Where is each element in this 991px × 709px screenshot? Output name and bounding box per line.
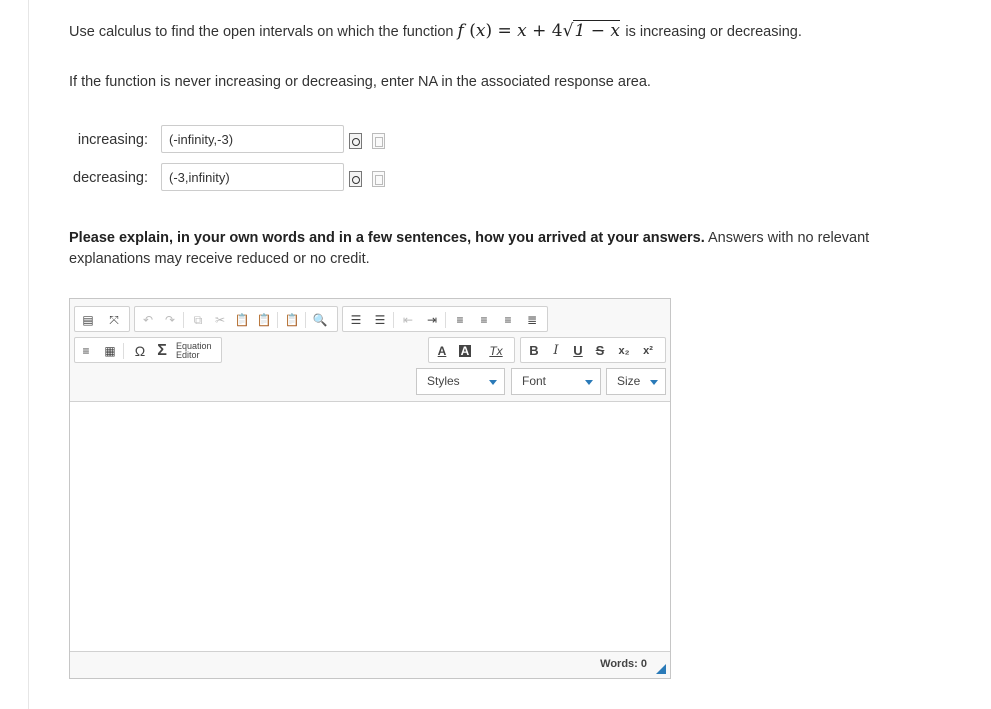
word-count: Words: 0 xyxy=(600,658,647,670)
font-dropdown[interactable]: Font xyxy=(511,368,601,395)
copy-icon[interactable]: ⧉ xyxy=(189,311,207,329)
left-border-line xyxy=(28,0,29,709)
cut-icon[interactable]: ✂ xyxy=(211,311,229,329)
remove-format-icon[interactable]: Tx xyxy=(487,342,505,360)
toolbar-group-view: ▤ ⤧ xyxy=(74,306,130,332)
explain-bold-text: Please explain, in your own words and in… xyxy=(69,230,705,246)
question-prefix: Use calculus to find the open intervals … xyxy=(69,24,454,40)
horizontal-rule-icon[interactable]: ≡ xyxy=(77,342,95,360)
increasing-label: increasing: xyxy=(77,132,148,148)
help-icon[interactable] xyxy=(372,133,385,149)
toolbar-group-clipboard: ↶ ↷ ⧉ ✂ 📋 📋 📋 🔍 xyxy=(134,306,338,332)
editor-footer: Words: 0 xyxy=(70,651,670,678)
question-suffix: is increasing or decreasing. xyxy=(625,24,802,40)
equation-editor-icon[interactable]: Σ xyxy=(153,342,171,360)
special-char-icon[interactable]: Ω xyxy=(131,342,149,360)
editor-content-area[interactable] xyxy=(70,402,670,652)
indent-icon[interactable]: ⇥ xyxy=(423,311,441,329)
question-text: Use calculus to find the open intervals … xyxy=(69,20,802,42)
toolbar-group-insert: ≡ ▦ Ω Σ Equation Editor xyxy=(74,337,222,363)
chevron-down-icon xyxy=(489,380,497,385)
decreasing-input[interactable] xyxy=(161,163,344,191)
chevron-down-icon xyxy=(650,380,658,385)
align-left-icon[interactable]: ≡ xyxy=(451,311,469,329)
align-center-icon[interactable]: ≡ xyxy=(475,311,493,329)
background-color-icon[interactable]: A xyxy=(459,345,471,357)
subscript-button[interactable]: x₂ xyxy=(615,342,633,360)
bulleted-list-icon[interactable]: ☰ xyxy=(371,311,389,329)
styles-dropdown[interactable]: Styles xyxy=(416,368,505,395)
source-icon[interactable]: ▤ xyxy=(79,311,97,329)
paste-text-icon[interactable]: 📋 xyxy=(255,311,273,329)
preview-icon[interactable] xyxy=(349,133,362,149)
numbered-list-icon[interactable]: ☰ xyxy=(347,311,365,329)
toolbar-group-basic-style: B I U S x₂ x² xyxy=(520,337,666,363)
italic-button[interactable]: I xyxy=(547,342,565,360)
help-icon[interactable] xyxy=(372,171,385,187)
toolbar-group-color: A A Tx xyxy=(428,337,515,363)
table-icon[interactable]: ▦ xyxy=(101,342,119,360)
redo-icon[interactable]: ↷ xyxy=(161,311,179,329)
bold-button[interactable]: B xyxy=(525,342,543,360)
superscript-button[interactable]: x² xyxy=(639,342,657,360)
explain-prompt: Please explain, in your own words and in… xyxy=(69,228,909,270)
chevron-down-icon xyxy=(585,380,593,385)
outdent-icon[interactable]: ⇤ xyxy=(399,311,417,329)
editor-toolbar: ▤ ⤧ ↶ ↷ ⧉ ✂ 📋 📋 📋 🔍 ☰ ☰ ⇤ ⇥ ≡ ≡ ≡ ≣ ≡ ▦ … xyxy=(70,299,670,402)
rich-text-editor[interactable]: ▤ ⤧ ↶ ↷ ⧉ ✂ 📋 📋 📋 🔍 ☰ ☰ ⇤ ⇥ ≡ ≡ ≡ ≣ ≡ ▦ … xyxy=(69,298,671,679)
justify-icon[interactable]: ≣ xyxy=(523,311,541,329)
underline-button[interactable]: U xyxy=(569,342,587,360)
maximize-icon[interactable]: ⤧ xyxy=(105,311,123,329)
decreasing-label: decreasing: xyxy=(73,170,148,186)
align-right-icon[interactable]: ≡ xyxy=(499,311,517,329)
resize-handle-icon[interactable] xyxy=(656,664,666,674)
function-expression: f (x) = x + 4√1 − x xyxy=(457,20,620,41)
size-dropdown[interactable]: Size xyxy=(606,368,666,395)
paste-word-icon[interactable]: 📋 xyxy=(283,311,301,329)
preview-icon[interactable] xyxy=(349,171,362,187)
toolbar-group-paragraph: ☰ ☰ ⇤ ⇥ ≡ ≡ ≡ ≣ xyxy=(342,306,548,332)
font-color-icon[interactable]: A xyxy=(433,342,451,360)
equation-editor-button[interactable]: Equation Editor xyxy=(176,342,212,360)
undo-icon[interactable]: ↶ xyxy=(139,311,157,329)
strikethrough-button[interactable]: S xyxy=(591,342,609,360)
paste-icon[interactable]: 📋 xyxy=(233,311,251,329)
increasing-input[interactable] xyxy=(161,125,344,153)
question-note: If the function is never increasing or d… xyxy=(69,74,651,90)
find-icon[interactable]: 🔍 xyxy=(311,311,329,329)
